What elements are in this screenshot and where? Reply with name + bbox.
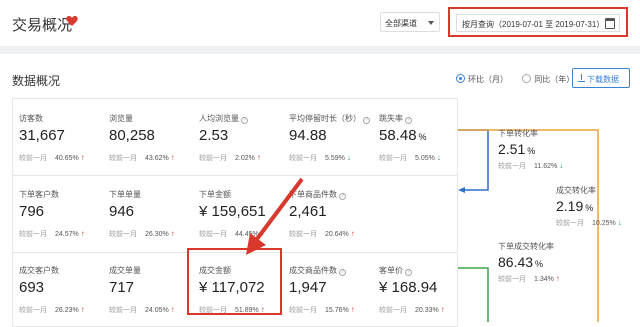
top-bar: 交易概况 全部渠道 按月查询（2019-07-01 至 2019-07-31） bbox=[0, 0, 640, 46]
download-button[interactable]: 下载数据 bbox=[572, 68, 630, 88]
help-icon[interactable]: ? bbox=[339, 269, 346, 276]
arrow-up-icon: ↑ bbox=[80, 229, 85, 238]
arrow-down-icon: ↓ bbox=[436, 153, 441, 162]
help-icon[interactable]: ? bbox=[405, 117, 412, 124]
metric-avg-stay: 平均停留时长（秒）? 94.88 较前一月 5.59% ↓ bbox=[289, 113, 379, 173]
download-icon bbox=[578, 74, 585, 82]
metric-pv-per-visitor: 人均浏览量? 2.53 较前一月 2.02% ↑ bbox=[199, 114, 261, 162]
connector-green bbox=[458, 267, 489, 322]
arrow-up-icon: ↑ bbox=[80, 153, 85, 162]
metric-unit-price: 客单价? ¥ 168.94 较前一月 20.33% ↑ bbox=[379, 266, 445, 314]
metric-deal-customers: 成交客户数 693 较前一月 26.23% ↑ bbox=[19, 266, 85, 314]
metric-deal-count: 成交单量 717 较前一月 24.05% ↑ bbox=[109, 266, 175, 314]
connector-blue bbox=[458, 129, 489, 191]
arrow-up-icon: ↑ bbox=[256, 153, 261, 162]
help-icon[interactable]: ? bbox=[405, 269, 412, 276]
help-icon[interactable]: ? bbox=[339, 193, 346, 200]
date-range-text: 按月查询（2019-07-01 至 2019-07-31） bbox=[462, 20, 605, 29]
arrow-up-icon: ↑ bbox=[555, 274, 560, 283]
date-range-picker[interactable]: 按月查询（2019-07-01 至 2019-07-31） bbox=[456, 14, 620, 32]
help-icon[interactable]: ? bbox=[363, 117, 370, 124]
metric-bounce: 跳失率? 58.48% 较前一月 5.05% ↓ bbox=[379, 114, 441, 162]
metric-pageviews: 浏览量 80,258 较前一月 43.62% ↑ bbox=[109, 114, 175, 162]
arrow-up-icon: ↑ bbox=[170, 305, 175, 314]
metric-visitors: 访客数 31,667 较前一月 40.65% ↑ bbox=[19, 114, 85, 162]
chevron-down-icon bbox=[428, 21, 434, 25]
arrow-up-icon: ↑ bbox=[170, 153, 175, 162]
calendar-icon[interactable] bbox=[605, 18, 615, 29]
help-icon[interactable]: ? bbox=[241, 117, 248, 124]
metric-order-count: 下单单量 946 较前一月 26.30% ↑ bbox=[109, 190, 175, 238]
arrow-up-icon: ↑ bbox=[170, 229, 175, 238]
arrow-up-icon: ↑ bbox=[80, 305, 85, 314]
heart-icon bbox=[66, 16, 78, 26]
arrow-left-icon bbox=[458, 187, 465, 193]
channel-select-value: 全部渠道 bbox=[385, 19, 417, 28]
metric-order-customers: 下单客户数 796 较前一月 24.57% ↑ bbox=[19, 190, 85, 238]
funnel-order-deal-conv: 下单成交转化率 86.43% 较前一月 1.34% ↑ bbox=[498, 242, 560, 283]
page-title: 交易概况 bbox=[12, 17, 73, 34]
radio-yoy[interactable]: 同比（年） bbox=[522, 74, 574, 85]
arrow-up-icon: ↑ bbox=[440, 305, 445, 314]
compare-radio-group: 环比（月） 同比（年） bbox=[456, 74, 586, 85]
arrow-up-icon: ↑ bbox=[350, 229, 355, 238]
deal-amount-highlight bbox=[187, 248, 282, 315]
funnel-deal-conv: 成交转化率 2.19% 较前一月 10.25% ↓ bbox=[556, 186, 622, 227]
date-range-highlight: 按月查询（2019-07-01 至 2019-07-31） bbox=[448, 7, 628, 37]
funnel-order-conv: 下单转化率 2.51% 较前一月 11.62% ↓ bbox=[498, 129, 564, 170]
metric-deal-items: 成交商品件数? 1,947 较前一月 15.76% ↑ bbox=[289, 266, 355, 314]
arrow-down-icon: ↓ bbox=[559, 161, 564, 170]
radio-checked-icon bbox=[456, 74, 465, 83]
channel-select[interactable]: 全部渠道 bbox=[380, 12, 440, 32]
arrow-down-icon: ↓ bbox=[617, 218, 622, 227]
section-title: 数据概况 bbox=[12, 74, 61, 88]
radio-unchecked-icon bbox=[522, 74, 532, 83]
row-divider bbox=[13, 175, 457, 176]
arrow-up-icon: ↑ bbox=[350, 305, 355, 314]
radio-mom[interactable]: 环比（月） bbox=[456, 74, 508, 85]
main-panel: 数据概况 环比（月） 同比（年） 下载数据 访客数 31,667 较前一月 40.… bbox=[0, 54, 640, 327]
arrow-down-icon: ↓ bbox=[346, 153, 351, 162]
